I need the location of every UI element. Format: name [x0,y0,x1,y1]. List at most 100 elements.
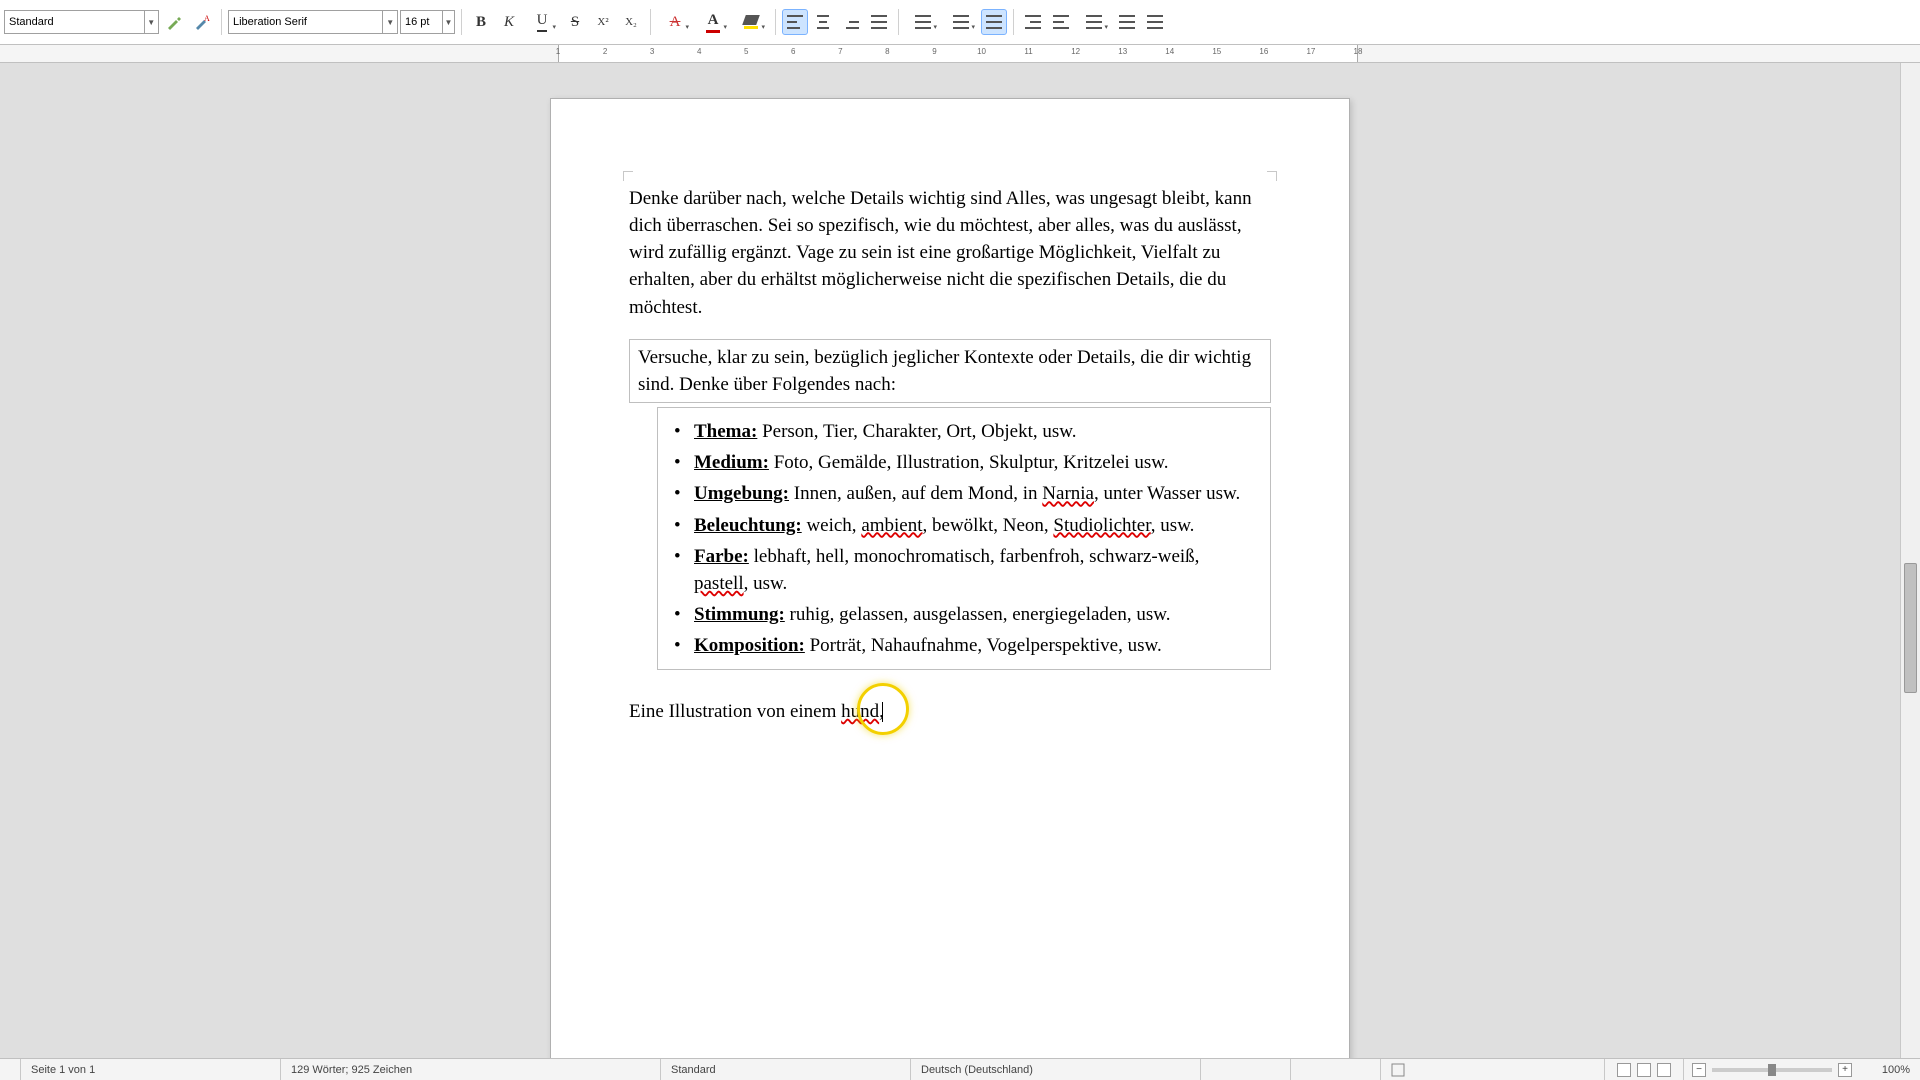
align-center-button[interactable] [810,9,836,35]
document-page[interactable]: Denke darüber nach, welche Details wicht… [550,98,1350,1058]
ruler-number: 11 [1024,47,1032,56]
italic-button[interactable]: K [496,9,522,35]
list-item[interactable]: Stimmung: ruhig, gelassen, ausgelassen, … [670,601,1258,628]
signature-cell[interactable] [1381,1059,1415,1080]
item-label: Beleuchtung: [694,515,802,536]
insert-mode-cell[interactable] [1201,1059,1291,1080]
zoom-out-button[interactable]: − [1692,1063,1706,1077]
font-color-letter: A [708,12,719,29]
underline-button[interactable]: U [524,9,560,35]
subscript-button[interactable]: X₂ [618,9,644,35]
font-name-input[interactable] [229,16,382,28]
list-item[interactable]: Umgebung: Innen, außen, auf dem Mond, in… [670,480,1258,507]
outline-list-button[interactable] [981,9,1007,35]
intro-paragraph[interactable]: Denke darüber nach, welche Details wicht… [629,185,1271,321]
ruler-number: 12 [1071,47,1080,56]
paragraph-style-dropdown-icon[interactable]: ▼ [144,11,159,33]
zoom-slider[interactable]: − + [1684,1063,1860,1077]
item-label: Thema: [694,421,757,442]
ruler-number: 15 [1212,47,1221,56]
page-style-cell[interactable]: Standard [661,1059,911,1080]
clear-format-letter: A [670,14,681,31]
zoom-track[interactable] [1712,1068,1832,1072]
paragraph-style-combo[interactable]: ▼ [4,10,159,34]
prompt-list-box[interactable]: Thema: Person, Tier, Charakter, Ort, Obj… [657,407,1271,670]
list-item[interactable]: Farbe: lebhaft, hell, monochromatisch, f… [670,543,1258,597]
context-box[interactable]: Versuche, klar zu sein, bezüglich jeglic… [629,339,1271,403]
item-text: , usw. [1151,515,1195,536]
margin-mark-top-left [623,171,633,181]
font-size-combo[interactable]: ▼ [400,10,455,34]
spellcheck-word[interactable]: hund [841,701,879,722]
numbered-list-button[interactable] [943,9,979,35]
item-label: Medium: [694,452,769,473]
align-right-button[interactable] [838,9,864,35]
strikethrough-button[interactable]: S [562,9,588,35]
multi-page-view-button[interactable] [1637,1063,1651,1077]
bullet-list-button[interactable] [905,9,941,35]
spellcheck-word[interactable]: Studiolichter [1053,515,1150,536]
item-text: Porträt, Nahaufnahme, Vogelperspektive, … [805,635,1162,656]
ruler-number: 4 [697,47,701,56]
decrease-indent-button[interactable] [1048,9,1074,35]
highlight-color-button[interactable] [733,9,769,35]
update-style-button[interactable] [161,9,187,35]
decrease-spacing-button[interactable] [1142,9,1168,35]
font-size-dropdown-icon[interactable]: ▼ [442,11,454,33]
book-view-button[interactable] [1657,1063,1671,1077]
new-style-button[interactable]: A [189,9,215,35]
spellcheck-word[interactable]: Narnia [1042,483,1094,504]
font-size-input[interactable] [401,16,442,28]
save-status-icon[interactable] [0,1059,21,1080]
item-text: , unter Wasser usw. [1094,483,1240,504]
list-item[interactable]: Beleuchtung: weich, ambient, bewölkt, Ne… [670,512,1258,539]
list-item[interactable]: Thema: Person, Tier, Charakter, Ort, Obj… [670,418,1258,445]
item-text: lebhaft, hell, monochromatisch, farbenfr… [749,546,1200,567]
document-content[interactable]: Denke darüber nach, welche Details wicht… [629,185,1271,726]
align-left-button[interactable] [782,9,808,35]
zoom-percent-cell[interactable]: 100% [1860,1059,1920,1080]
page-count-cell[interactable]: Seite 1 von 1 [21,1059,281,1080]
spellcheck-word[interactable]: ambient [861,515,922,536]
ruler-number: 14 [1165,47,1174,56]
ruler-number: 8 [885,47,889,56]
toolbar-separator [898,9,899,35]
document-workspace: Denke darüber nach, welche Details wicht… [0,63,1900,1058]
item-text: Person, Tier, Charakter, Ort, Objekt, us… [757,421,1076,442]
increase-indent-button[interactable] [1020,9,1046,35]
ruler-active-area [558,45,1358,62]
spellcheck-word[interactable]: pastell [694,573,744,594]
item-text: , usw. [744,573,788,594]
single-page-view-button[interactable] [1617,1063,1631,1077]
ruler-number: 6 [791,47,795,56]
vertical-scrollbar[interactable] [1900,63,1920,1058]
selection-mode-cell[interactable] [1291,1059,1381,1080]
list-item[interactable]: Medium: Foto, Gemälde, Illustration, Sku… [670,449,1258,476]
font-name-dropdown-icon[interactable]: ▼ [382,11,397,33]
clear-formatting-button[interactable]: A [657,9,693,35]
ruler-number: 9 [932,47,936,56]
scrollbar-thumb[interactable] [1904,563,1917,693]
item-text: Foto, Gemälde, Illustration, Skulptur, K… [769,452,1169,473]
zoom-in-button[interactable]: + [1838,1063,1852,1077]
word-count-cell[interactable]: 129 Wörter; 925 Zeichen [281,1059,661,1080]
superscript-button[interactable]: X² [590,9,616,35]
toolbar-separator [650,9,651,35]
view-buttons [1604,1059,1684,1080]
font-color-button[interactable]: A [695,9,731,35]
list-item[interactable]: Komposition: Porträt, Nahaufnahme, Vogel… [670,632,1258,659]
toolbar-separator [775,9,776,35]
ruler-number: 18 [1354,47,1363,56]
increase-spacing-button[interactable] [1114,9,1140,35]
horizontal-ruler[interactable]: 123456789101112131415161718 [0,45,1920,63]
item-label: Stimmung: [694,604,785,625]
bold-button[interactable]: B [468,9,494,35]
align-justify-button[interactable] [866,9,892,35]
language-cell[interactable]: Deutsch (Deutschland) [911,1059,1201,1080]
line-spacing-button[interactable] [1076,9,1112,35]
paragraph-style-input[interactable] [5,16,144,28]
ruler-number: 17 [1306,47,1315,56]
final-line[interactable]: Eine Illustration von einem hund, [629,698,1271,725]
zoom-handle[interactable] [1768,1064,1776,1076]
font-name-combo[interactable]: ▼ [228,10,398,34]
